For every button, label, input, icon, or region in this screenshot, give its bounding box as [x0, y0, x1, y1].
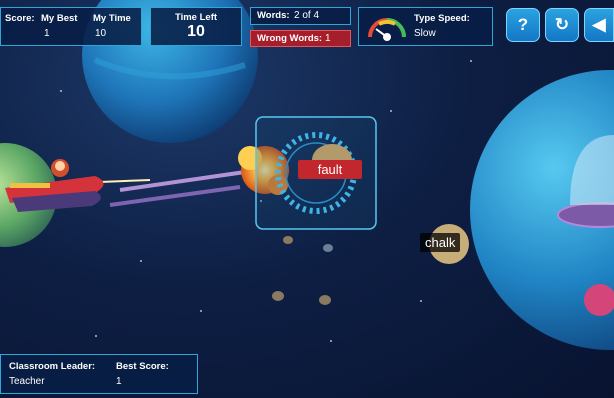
wrong-words-panel: Wrong Words: 1: [250, 30, 351, 47]
restart-icon: ↻: [554, 15, 570, 34]
classroom-leader-label: Classroom Leader:: [9, 361, 96, 372]
best-score-value: 1: [116, 376, 122, 387]
best-score-label: Best Score:: [116, 361, 169, 372]
words-panel: Words: 2 of 4: [250, 7, 351, 25]
game-stage: Score: My Best 1 My Time 10 Time Left 10…: [0, 0, 614, 398]
score-panel: Score: My Best 1 My Time 10: [0, 7, 142, 46]
active-word-tag: fault: [298, 160, 362, 179]
words-label: Words:: [257, 10, 290, 21]
time-left-panel: Time Left 10: [150, 7, 242, 46]
words-value: 2 of 4: [294, 10, 320, 21]
time-left-label: Time Left: [174, 12, 218, 23]
speaker-icon: ◀: [592, 15, 606, 34]
planet-right: [470, 70, 614, 350]
speedometer-icon: [368, 18, 406, 41]
restart-button[interactable]: ↻: [545, 8, 579, 42]
help-button[interactable]: ?: [506, 8, 540, 42]
wrong-words-value: 1: [325, 33, 331, 44]
time-left-value: 10: [187, 23, 205, 40]
my-best-value: 1: [44, 28, 50, 39]
next-word-tag: chalk: [420, 233, 461, 252]
sound-button[interactable]: ◀: [584, 8, 614, 42]
type-speed-panel: Type Speed: Slow: [358, 7, 493, 46]
my-best-label: My Best: [41, 13, 78, 24]
wrong-words-label: Wrong Words:: [257, 33, 323, 44]
classroom-leader-panel: Classroom Leader: Teacher Best Score: 1: [0, 354, 198, 394]
type-speed-value: Slow: [414, 28, 436, 39]
laser-beams: [99, 170, 246, 207]
type-speed-label: Type Speed:: [414, 13, 470, 24]
my-time-value: 10: [95, 28, 107, 39]
scene-art: [0, 0, 614, 350]
my-time-label: My Time: [93, 13, 131, 24]
classroom-leader-value: Teacher: [9, 376, 45, 387]
score-label: Score:: [5, 13, 35, 24]
question-icon: ?: [517, 15, 529, 34]
